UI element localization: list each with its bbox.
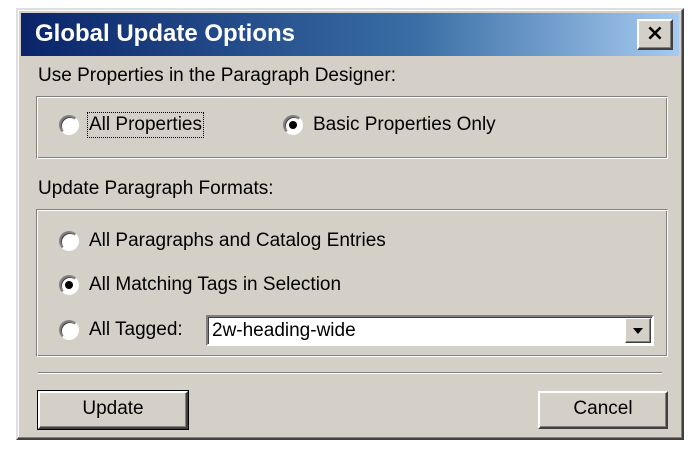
close-button[interactable]: × bbox=[637, 19, 673, 50]
radio-label: All Paragraphs and Catalog Entries bbox=[89, 230, 386, 251]
radio-all-tagged[interactable]: All Tagged: bbox=[59, 319, 183, 341]
radio-button-icon[interactable] bbox=[59, 320, 79, 340]
title-bar[interactable]: Global Update Options × bbox=[21, 13, 679, 56]
radio-button-icon[interactable] bbox=[59, 231, 79, 251]
update-button[interactable]: Update bbox=[37, 390, 189, 430]
radio-label: All Matching Tags in Selection bbox=[89, 274, 342, 295]
chevron-down-icon[interactable] bbox=[625, 318, 651, 343]
radio-all-properties[interactable]: All Properties bbox=[59, 112, 204, 138]
radio-all-matching-tags[interactable]: All Matching Tags in Selection bbox=[59, 274, 341, 296]
radio-label: All Properties bbox=[87, 112, 204, 138]
properties-section-label: Use Properties in the Paragraph Designer… bbox=[38, 65, 397, 86]
separator bbox=[38, 372, 662, 374]
radio-basic-properties-only[interactable]: Basic Properties Only bbox=[283, 114, 496, 136]
radio-label: Basic Properties Only bbox=[313, 114, 496, 135]
radio-button-icon[interactable] bbox=[283, 115, 303, 135]
dialog-title: Global Update Options bbox=[35, 20, 296, 47]
close-icon: × bbox=[645, 21, 665, 46]
tag-select-value: 2w-heading-wide bbox=[212, 320, 356, 341]
tag-select[interactable]: 2w-heading-wide bbox=[206, 315, 654, 346]
formats-section-label: Update Paragraph Formats: bbox=[38, 178, 274, 199]
radio-label: All Tagged: bbox=[89, 319, 183, 340]
radio-button-icon[interactable] bbox=[59, 275, 79, 295]
radio-button-icon[interactable] bbox=[59, 115, 79, 135]
global-update-options-dialog: Global Update Options × Use Properties i… bbox=[16, 8, 684, 440]
radio-all-paragraphs[interactable]: All Paragraphs and Catalog Entries bbox=[59, 230, 386, 252]
properties-group: All Properties Basic Properties Only bbox=[36, 96, 668, 159]
cancel-button[interactable]: Cancel bbox=[538, 391, 668, 429]
